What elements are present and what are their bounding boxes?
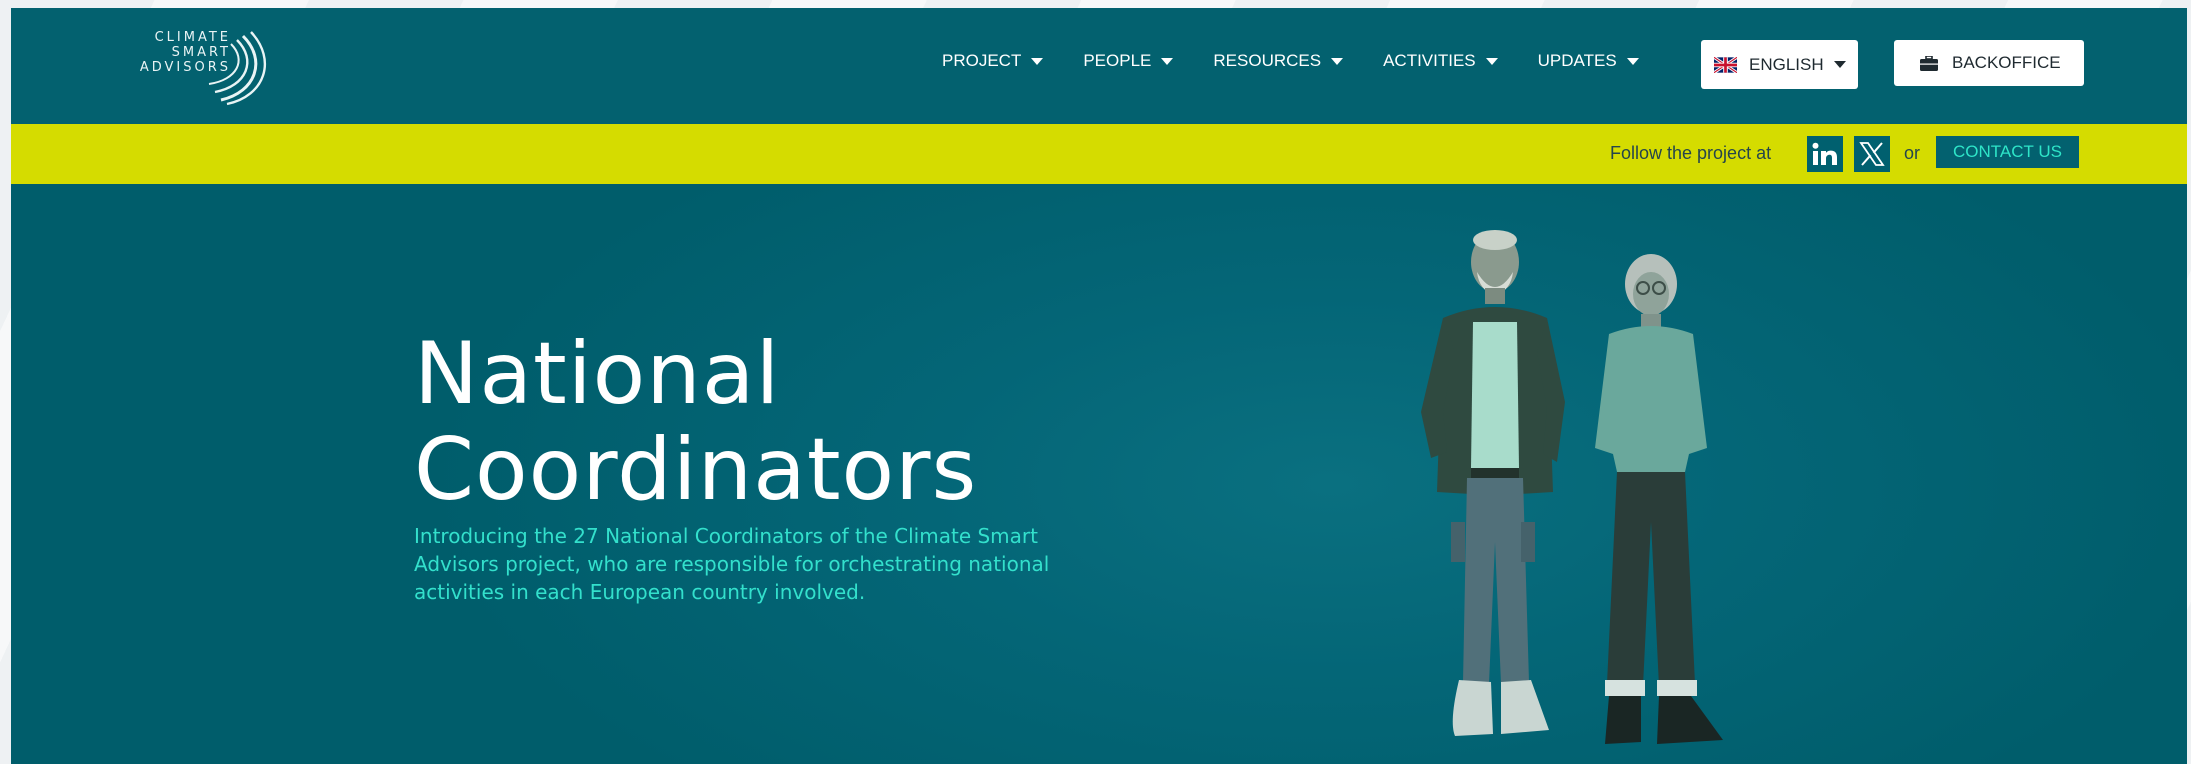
linkedin-icon: [1812, 142, 1837, 165]
linkedin-link[interactable]: [1807, 136, 1843, 172]
hero-subtitle: Introducing the 27 National Coordinators…: [414, 524, 1050, 604]
page-title-line-2: Coordinators: [414, 420, 978, 520]
caret-down-icon: [1331, 57, 1344, 65]
caret-down-icon: [1626, 57, 1639, 65]
language-label: ENGLISH: [1749, 54, 1824, 74]
nav-item-project[interactable]: PROJECT: [942, 51, 1044, 71]
x-icon: [1859, 142, 1885, 166]
man-figure: [1421, 230, 1565, 736]
nav-item-activities[interactable]: ACTIVITIES: [1383, 51, 1498, 71]
nav-item-resources[interactable]: RESOURCES: [1213, 51, 1344, 71]
caret-down-icon: [1031, 57, 1044, 65]
nav-item-label: ACTIVITIES: [1383, 51, 1476, 70]
nav-item-updates[interactable]: UPDATES: [1538, 51, 1639, 71]
x-link[interactable]: [1854, 136, 1890, 172]
hero-people-illustration: [1421, 230, 1723, 744]
follow-bar: Follow the project at or CONTACT US: [11, 124, 2187, 184]
woman-figure: [1595, 254, 1723, 744]
hero-section: National Coordinators Introducing the 27…: [11, 184, 2187, 764]
briefcase-icon: [1920, 55, 1938, 71]
or-text: or: [1904, 143, 1921, 163]
backoffice-label: BACKOFFICE: [1952, 53, 2061, 72]
uk-flag-icon: [1714, 56, 1737, 73]
page-title: National Coordinators: [414, 326, 1114, 518]
nav-item-label: PEOPLE: [1083, 51, 1152, 70]
page-title-line-1: National: [414, 324, 781, 424]
site-logo[interactable]: CLIMATE SMART ADVISORS: [119, 30, 279, 110]
caret-down-icon: [1833, 61, 1846, 68]
site-header: CLIMATE SMART ADVISORS PROJECT PEOPLE RE…: [11, 8, 2187, 124]
caret-down-icon: [1161, 57, 1174, 65]
nav-item-label: RESOURCES: [1213, 51, 1322, 70]
language-selector[interactable]: ENGLISH: [1701, 40, 1858, 89]
main-nav: PROJECT PEOPLE RESOURCES ACTIVITIES UPDA…: [942, 51, 1679, 71]
nav-item-label: PROJECT: [942, 51, 1022, 70]
nav-item-label: UPDATES: [1537, 51, 1617, 70]
nav-item-people[interactable]: PEOPLE: [1083, 51, 1174, 71]
contact-us-button[interactable]: CONTACT US: [1936, 136, 2079, 168]
follow-text: Follow the project at: [1610, 143, 1772, 163]
page-frame: CLIMATE SMART ADVISORS PROJECT PEOPLE RE…: [11, 8, 2187, 764]
logo-swirl-icon: [208, 31, 267, 106]
backoffice-button[interactable]: BACKOFFICE: [1894, 40, 2084, 86]
caret-down-icon: [1485, 57, 1498, 65]
